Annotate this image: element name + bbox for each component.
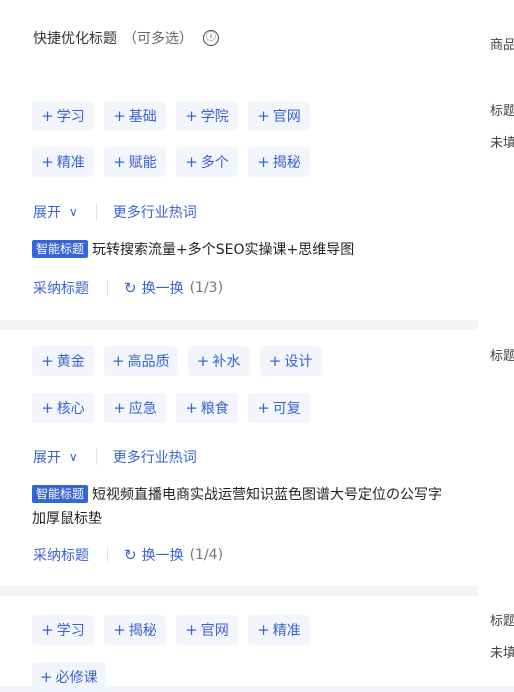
plus-icon: + bbox=[196, 352, 210, 370]
tag-row: + 黄金 + 高品质 + 补水 + 设计 bbox=[32, 346, 322, 376]
refresh-button[interactable]: 换一换 bbox=[142, 278, 184, 298]
right-value: 未填 bbox=[490, 136, 514, 151]
keyword-tag[interactable]: + 核心 bbox=[32, 393, 94, 423]
keyword-tag[interactable]: + 官网 bbox=[176, 615, 238, 645]
right-header: 商品 bbox=[490, 38, 514, 53]
plus-icon: + bbox=[41, 399, 54, 417]
keyword-tag[interactable]: + 学习 bbox=[32, 615, 94, 645]
keyword-tag[interactable]: + 必修课 bbox=[32, 662, 106, 692]
plus-icon: + bbox=[113, 107, 126, 125]
more-hot-words-link[interactable]: 更多行业热词 bbox=[113, 447, 197, 467]
optimize-panel-1: 快捷优化标题 （可多选） ⓘ + 学习 + 基础 + 学院 + 官网 + 精准 + 赋能 +… bbox=[0, 0, 478, 320]
plus-icon: + bbox=[185, 153, 198, 171]
keyword-tag[interactable]: + 基础 bbox=[104, 101, 166, 131]
right-label: 标题 bbox=[490, 104, 514, 119]
plus-icon: + bbox=[257, 153, 270, 171]
plus-icon: + bbox=[112, 352, 125, 370]
right-value: 未填 bbox=[490, 646, 514, 661]
adopt-title-button[interactable]: 采纳标题 bbox=[33, 278, 89, 298]
divider bbox=[95, 204, 97, 220]
more-hot-words-link[interactable]: 更多行业热词 bbox=[113, 202, 197, 222]
keyword-tag[interactable]: + 揭秘 bbox=[104, 615, 166, 645]
plus-icon: + bbox=[185, 399, 198, 417]
refresh-button[interactable]: 换一换 bbox=[142, 545, 184, 565]
keyword-tag[interactable]: + 精准 bbox=[248, 615, 310, 645]
optimize-panel-2: + 黄金 + 高品质 + 补水 + 设计 + 核心 + 应急 + 粮食 + 可复 展开 ∨ 更多… bbox=[0, 330, 478, 586]
plus-icon: + bbox=[268, 352, 282, 370]
keyword-tag[interactable]: + 设计 bbox=[259, 346, 322, 376]
panel-header: 快捷优化标题 （可多选） ⓘ bbox=[33, 28, 219, 48]
keyword-tag[interactable]: + 官网 bbox=[248, 101, 310, 131]
right-column: 商品 标题 未填 标题 标题 未填 bbox=[478, 0, 514, 686]
plus-icon: + bbox=[113, 399, 126, 417]
adopt-title-button[interactable]: 采纳标题 bbox=[33, 545, 89, 565]
keyword-tag[interactable]: + 高品质 bbox=[104, 346, 178, 376]
tag-row: + 核心 + 应急 + 粮食 + 可复 bbox=[32, 393, 310, 423]
keyword-tag[interactable]: + 可复 bbox=[248, 393, 310, 423]
plus-icon: + bbox=[185, 107, 198, 125]
keyword-tag[interactable]: + 学院 bbox=[176, 101, 238, 131]
smart-title-text: 短视频直播电商实战运营知识蓝色图谱大号定位の公写字加厚鼠标垫 bbox=[32, 487, 443, 527]
plus-icon: + bbox=[257, 621, 270, 639]
keyword-tag[interactable]: + 应急 bbox=[104, 393, 166, 423]
smart-title: 智能标题 玩转搜索流量+多个SEO实操课+思维导图 bbox=[32, 238, 452, 262]
keyword-tag[interactable]: + 粮食 bbox=[176, 393, 238, 423]
action-row: 采纳标题 ↻ 换一换 (1/4) bbox=[33, 545, 223, 565]
tag-row: + 学习 + 揭秘 + 官网 + 精准 bbox=[32, 615, 310, 645]
plus-icon: + bbox=[257, 107, 270, 125]
plus-icon: + bbox=[257, 399, 270, 417]
expand-button[interactable]: 展开 bbox=[33, 447, 61, 467]
smart-title-badge: 智能标题 bbox=[32, 240, 89, 258]
refresh-count: (1/3) bbox=[189, 280, 224, 296]
tag-row: + 精准 + 赋能 + 多个 + 揭秘 bbox=[32, 147, 310, 177]
keyword-tag[interactable]: + 揭秘 bbox=[248, 147, 310, 177]
divider bbox=[107, 547, 108, 563]
expand-row: 展开 ∨ 更多行业热词 bbox=[33, 202, 197, 222]
refresh-icon[interactable]: ↻ bbox=[124, 546, 137, 564]
chevron-down-icon[interactable]: ∨ bbox=[69, 450, 78, 464]
plus-icon: + bbox=[113, 153, 126, 171]
plus-icon: + bbox=[185, 621, 198, 639]
plus-icon: + bbox=[41, 153, 54, 171]
tag-row: + 学习 + 基础 + 学院 + 官网 bbox=[32, 101, 310, 131]
refresh-icon[interactable]: ↻ bbox=[124, 279, 137, 297]
divider bbox=[95, 449, 97, 465]
keyword-tag[interactable]: + 学习 bbox=[32, 101, 94, 131]
keyword-tag[interactable]: + 补水 bbox=[187, 346, 250, 376]
tag-row: + 必修课 bbox=[32, 662, 106, 692]
refresh-count: (1/4) bbox=[189, 547, 224, 563]
plus-icon: + bbox=[40, 668, 53, 686]
plus-icon: + bbox=[41, 107, 54, 125]
expand-button[interactable]: 展开 bbox=[33, 202, 61, 222]
right-label: 标题 bbox=[490, 349, 514, 364]
smart-title-badge: 智能标题 bbox=[32, 485, 89, 503]
info-icon[interactable]: ⓘ bbox=[203, 30, 219, 46]
plus-icon: + bbox=[41, 621, 54, 639]
panel-title: 快捷优化标题 bbox=[33, 31, 117, 47]
right-label: 标题 bbox=[490, 614, 514, 629]
smart-title: 智能标题 短视频直播电商实战运营知识蓝色图谱大号定位の公写字加厚鼠标垫 bbox=[32, 483, 452, 531]
keyword-tag[interactable]: + 黄金 bbox=[32, 346, 94, 376]
optimize-panel-3: + 学习 + 揭秘 + 官网 + 精准 + 必修课 bbox=[0, 596, 478, 692]
panel-subtitle: （可多选） bbox=[123, 31, 193, 47]
divider bbox=[107, 280, 108, 296]
keyword-tag[interactable]: + 赋能 bbox=[104, 147, 166, 177]
smart-title-text: 玩转搜索流量+多个SEO实操课+思维导图 bbox=[92, 242, 355, 258]
keyword-tag[interactable]: + 多个 bbox=[176, 147, 238, 177]
plus-icon: + bbox=[113, 621, 126, 639]
keyword-tag[interactable]: + 精准 bbox=[32, 147, 94, 177]
chevron-down-icon[interactable]: ∨ bbox=[69, 205, 78, 219]
plus-icon: + bbox=[41, 352, 54, 370]
expand-row: 展开 ∨ 更多行业热词 bbox=[33, 447, 197, 467]
action-row: 采纳标题 ↻ 换一换 (1/3) bbox=[33, 278, 223, 298]
